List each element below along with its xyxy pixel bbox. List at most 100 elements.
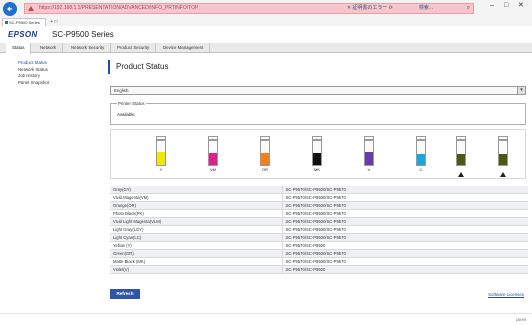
refresh-button[interactable]: Refresh <box>110 289 140 299</box>
table-row: Light Gray(LGY) SC-P9570/SC-P9500/SC-P957… <box>110 225 528 235</box>
menu-status[interactable]: Status <box>6 43 32 54</box>
ink-name-cell: Orange(OR) <box>110 201 283 211</box>
ink-code-label: VM <box>210 167 216 172</box>
ink-code-label: V <box>367 167 371 172</box>
warning-icon <box>458 172 464 177</box>
back-arrow-icon <box>7 6 12 12</box>
ink-level-fill <box>457 154 465 165</box>
new-tab-icon[interactable]: + □ <box>50 18 57 26</box>
ink-cartridge <box>493 136 513 178</box>
ink-cartridge <box>451 136 471 178</box>
language-value: English <box>114 88 129 93</box>
ink-cartridge: VM <box>203 136 223 178</box>
sidebar-item-panel-snapshot[interactable]: Panel Snapshot <box>18 80 98 87</box>
zoom-level[interactable]: 100% <box>516 317 526 322</box>
minimize-icon[interactable]: – <box>490 2 494 10</box>
favicon-icon <box>5 21 8 24</box>
ink-detail-cell: SC-P9570/SC-P9500/SC-P9570 <box>282 193 528 203</box>
ink-name-cell: Matte Black (MK) <box>110 257 283 267</box>
brand-logo: EPSON <box>8 30 38 39</box>
page-header: EPSON SC-P9500 Series <box>0 27 532 43</box>
ink-name-cell: Light Gray(LGY) <box>110 225 283 235</box>
ink-level-gauge <box>416 140 426 166</box>
ink-detail-cell: SC-P9570/SC-P9500/SC-P9570 <box>282 225 528 235</box>
maximize-icon[interactable]: □ <box>504 2 508 10</box>
address-bar[interactable]: https://192.168.1.1/PRESENTATION/ADVANCE… <box>24 3 474 14</box>
certificate-warning-icon[interactable] <box>28 6 34 11</box>
printer-status-label: Printer Status <box>117 101 146 107</box>
ink-level-gauge <box>498 140 508 166</box>
ink-detail-cell: SC-P9570/SC-P9500/SC-P9570 <box>282 233 528 243</box>
table-row: Photo Black(PK) SC-P9570/SC-P9500/SC-P957… <box>110 209 528 219</box>
menu-product-security[interactable]: Product Security <box>111 43 157 53</box>
main-menu: Status Network Network Security Product … <box>0 43 532 54</box>
ink-level-gauge <box>156 140 166 166</box>
ink-level-fill <box>365 151 373 165</box>
table-row: Orange(OR) SC-P9570/SC-P9500/SC-P9570 <box>110 201 528 211</box>
menu-device-management[interactable]: Device Management <box>157 43 211 53</box>
ink-table: Gray(GY) SC-P9570/SC-P9500/SC-P9570 Vivid … <box>110 186 528 275</box>
ink-cartridge: MK <box>307 136 327 178</box>
ink-level-fill <box>499 154 507 165</box>
ink-detail-cell: SC-P9570/SC-P9500/SC-P9570 <box>282 186 528 195</box>
ink-cartridge: OR <box>255 136 275 178</box>
ink-name-cell: Violet(V) <box>110 265 283 275</box>
warning-icon <box>500 172 506 177</box>
ink-detail-cell: SC-P9570/SC-P9500/SC-P9570 <box>282 249 528 259</box>
browser-tab[interactable]: SC-P9500 Series <box>2 18 46 26</box>
ink-name-cell: Light Cyan(LC) <box>110 233 283 243</box>
language-select[interactable]: English ▾ <box>110 86 526 95</box>
table-row: Green(GR) SC-P9570/SC-P9500/SC-P9570 <box>110 249 528 259</box>
ink-level-fill <box>417 154 425 165</box>
table-row: Matte Black (MK) SC-P9570/SC-P9500/SC-P95… <box>110 257 528 267</box>
search-box[interactable]: 検索... <box>419 4 433 13</box>
ink-cartridge: Y <box>151 136 171 178</box>
sidebar: Product Status Network Status Job Histor… <box>18 60 98 86</box>
ink-code-label: MK <box>314 167 320 172</box>
ink-cartridge: V <box>359 136 379 178</box>
table-row: Vivid Magenta(VM) SC-P9570/SC-P9500/SC-P9… <box>110 193 528 203</box>
ink-name-cell: Yellow (Y) <box>110 241 283 251</box>
table-row: Vivid Light Magenta(VLM) SC-P9570/SC-P950… <box>110 217 528 227</box>
ink-name-cell: Green(GR) <box>110 249 283 259</box>
url-text: https://192.168.1.1/PRESENTATION/ADVANCE… <box>39 5 199 11</box>
page-title: Product Status <box>108 60 168 74</box>
ink-detail-cell: SC-P9570/SC-P9500 <box>282 265 528 275</box>
ink-detail-cell: SC-P9570/SC-P9500 <box>282 241 528 251</box>
table-row: Violet(V) SC-P9570/SC-P9500 <box>110 265 528 275</box>
ink-code-label: Y <box>159 167 163 172</box>
ink-code-label: C <box>419 167 423 172</box>
ink-level-gauge <box>456 140 466 166</box>
ink-cartridge: C <box>411 136 431 178</box>
ink-level-fill <box>261 153 269 165</box>
ink-detail-cell: SC-P9570/SC-P9500/SC-P9570 <box>282 209 528 219</box>
printer-status-panel: Printer Status Available <box>110 101 526 125</box>
ink-detail-cell: SC-P9570/SC-P9500/SC-P9570 <box>282 217 528 227</box>
ink-level-gauge <box>208 140 218 166</box>
software-licenses-link[interactable]: Software Licenses <box>488 292 524 297</box>
model-name: SC-P9500 Series <box>52 30 114 39</box>
ink-name-cell: Photo Black(PK) <box>110 209 283 219</box>
close-window-icon[interactable]: ✕ <box>518 2 524 10</box>
menu-network[interactable]: Network <box>34 43 64 53</box>
search-icon[interactable]: ⌕ <box>467 5 470 12</box>
ink-level-fill <box>313 153 321 165</box>
address-tools[interactable]: ✕ 証明書のエラー ⟳ <box>347 4 393 13</box>
browser-statusbar: 100% <box>0 313 532 325</box>
ink-detail-cell: SC-P9570/SC-P9500/SC-P9570 <box>282 257 528 267</box>
ink-level-fill <box>157 151 165 165</box>
ink-level-gauge <box>260 140 270 166</box>
tab-strip: SC-P9500 Series + □ <box>0 18 532 26</box>
chevron-down-icon[interactable]: ▾ <box>517 87 525 94</box>
browser-window: https://192.168.1.1/PRESENTATION/ADVANCE… <box>0 0 532 325</box>
back-button[interactable] <box>3 2 17 16</box>
browser-toolbar: https://192.168.1.1/PRESENTATION/ADVANCE… <box>0 0 532 18</box>
menu-network-security[interactable]: Network Security <box>65 43 112 53</box>
ink-levels-panel: Y VM OR MK V C <box>110 129 526 179</box>
ink-detail-cell: SC-P9570/SC-P9500/SC-P9570 <box>282 201 528 211</box>
ink-name-cell: Vivid Light Magenta(VLM) <box>110 217 283 227</box>
tab-title: SC-P9500 Series <box>9 20 40 25</box>
table-row: Yellow (Y) SC-P9570/SC-P9500 <box>110 241 528 251</box>
ink-level-fill <box>209 153 217 165</box>
ink-name-cell: Vivid Magenta(VM) <box>110 193 283 203</box>
